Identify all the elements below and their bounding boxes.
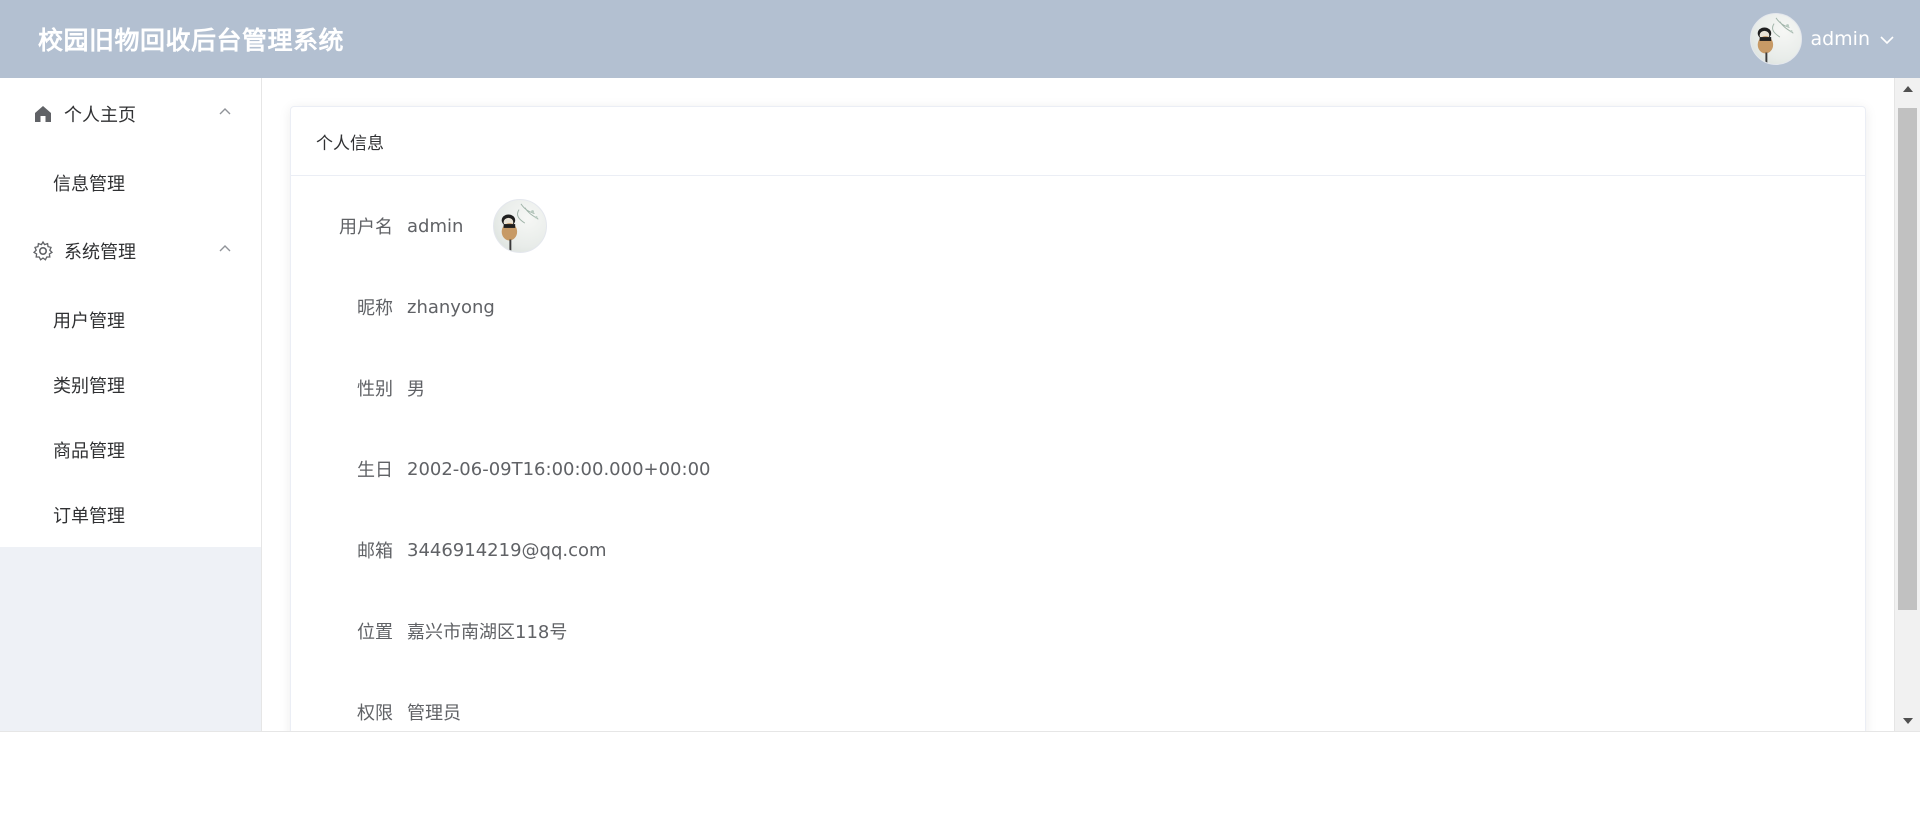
profile-card: 个人信息 用户名 admin 昵称 zhanyong 性别 男 生日 2002-…: [290, 106, 1866, 732]
app-title: 校园旧物回收后台管理系统: [38, 26, 345, 55]
user-menu-trigger[interactable]: admin: [1750, 13, 1894, 65]
field-value: 3446914219@qq.com: [407, 539, 607, 561]
field-value: admin: [407, 215, 464, 237]
sidebar-item-order-management[interactable]: 订单管理: [0, 482, 261, 547]
menu-item-label: 商品管理: [53, 440, 125, 462]
field-row-role: 权限 管理员: [291, 692, 461, 732]
sidebar: 个人主页 信息管理 系统管理 用户管理 类别管理 商品管理 订单管理: [0, 78, 262, 732]
chevron-up-icon: [217, 104, 233, 120]
card-title: 个人信息: [291, 107, 1865, 176]
menu-item-label: 类别管理: [53, 375, 125, 397]
field-value: 2002-06-09T16:00:00.000+00:00: [407, 458, 711, 480]
field-row-nickname: 昵称 zhanyong: [291, 287, 495, 327]
menu-item-label: 订单管理: [53, 505, 125, 527]
header-username[interactable]: admin: [1810, 28, 1870, 50]
viewport-bottom-divider: [0, 731, 1920, 732]
user-avatar[interactable]: [1750, 13, 1803, 65]
field-value: 嘉兴市南湖区118号: [407, 622, 568, 643]
field-label: 权限: [357, 703, 393, 724]
submenu-system-management[interactable]: 系统管理: [0, 215, 261, 287]
submenu-personal-home[interactable]: 个人主页: [0, 78, 261, 150]
field-row-username: 用户名 admin: [291, 199, 548, 253]
field-label: 位置: [357, 622, 393, 643]
field-label: 生日: [357, 460, 393, 481]
sidebar-item-category-management[interactable]: 类别管理: [0, 352, 261, 417]
field-label: 用户名: [339, 217, 393, 238]
chevron-down-icon[interactable]: [1880, 30, 1894, 49]
home-icon: [32, 103, 54, 125]
scrollbar-thumb[interactable]: [1898, 108, 1917, 610]
menu-item-label: 用户管理: [53, 310, 125, 332]
field-label: 性别: [357, 379, 393, 400]
app-root: 校园旧物回收后台管理系统 admin 个人主页 信息管理 系统管理 用户管理 类…: [0, 0, 1920, 732]
submenu-label: 个人主页: [64, 105, 136, 126]
sidebar-menu: 个人主页 信息管理 系统管理 用户管理 类别管理 商品管理 订单管理: [0, 78, 261, 547]
field-label: 邮箱: [357, 541, 393, 562]
scroll-down-arrow-icon[interactable]: [1895, 710, 1920, 732]
field-value: zhanyong: [407, 296, 495, 318]
field-row-location: 位置 嘉兴市南湖区118号: [291, 611, 567, 651]
field-value: 管理员: [407, 703, 461, 724]
submenu-label: 系统管理: [64, 242, 136, 263]
field-row-birthday: 生日 2002-06-09T16:00:00.000+00:00: [291, 449, 710, 489]
scroll-up-arrow-icon[interactable]: [1895, 78, 1920, 100]
field-row-gender: 性别 男: [291, 368, 425, 408]
menu-item-label: 信息管理: [53, 173, 125, 195]
field-value: 男: [407, 379, 425, 400]
sidebar-item-product-management[interactable]: 商品管理: [0, 417, 261, 482]
profile-avatar[interactable]: [493, 199, 548, 253]
vertical-scrollbar[interactable]: [1894, 78, 1920, 732]
field-row-email: 邮箱 3446914219@qq.com: [291, 530, 607, 570]
sidebar-item-info-management[interactable]: 信息管理: [0, 150, 261, 215]
main-content: 个人信息 用户名 admin 昵称 zhanyong 性别 男 生日 2002-…: [262, 78, 1895, 732]
top-header: 校园旧物回收后台管理系统 admin: [0, 0, 1920, 78]
sidebar-item-user-management[interactable]: 用户管理: [0, 287, 261, 352]
field-label: 昵称: [357, 298, 393, 319]
chevron-up-icon: [217, 241, 233, 257]
gear-icon: [32, 240, 54, 262]
